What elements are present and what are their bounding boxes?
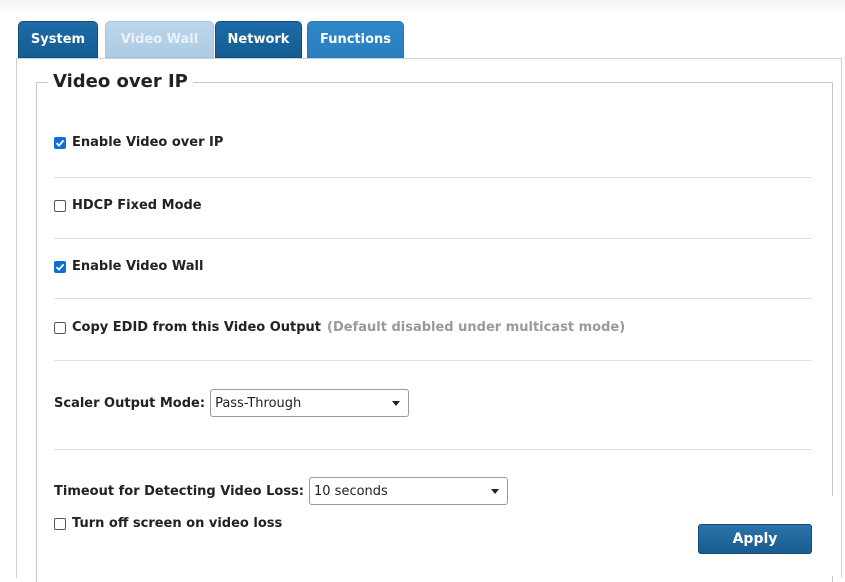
scaler-output-mode-select[interactable]: Pass-Through	[210, 389, 410, 417]
turn-off-screen-checkbox[interactable]	[54, 517, 66, 530]
enable-video-wall-option[interactable]: Enable Video Wall	[54, 259, 203, 274]
copy-edid-checkbox[interactable]	[54, 321, 66, 334]
divider	[54, 298, 812, 299]
divider	[54, 360, 812, 361]
scaler-output-mode-label: Scaler Output Mode:	[54, 395, 206, 411]
tab-video-wall[interactable]: Video Wall	[105, 21, 214, 58]
tab-label: Video Wall	[120, 32, 199, 47]
timeout-select[interactable]: 10 seconds	[309, 477, 508, 505]
scaler-output-mode-row: Scaler Output Mode: Pass-Through	[54, 389, 410, 417]
copy-edid-option[interactable]: Copy EDID from this Video Output (Defaul…	[54, 320, 625, 335]
timeout-value: 10 seconds	[314, 483, 388, 499]
timeout-row: Timeout for Detecting Video Loss: 10 sec…	[54, 477, 508, 505]
timeout-label: Timeout for Detecting Video Loss:	[54, 483, 304, 499]
hdcp-fixed-mode-checkbox[interactable]	[54, 199, 66, 212]
enable-video-wall-label: Enable Video Wall	[72, 259, 204, 274]
enable-video-over-ip-label: Enable Video over IP	[72, 135, 224, 150]
tab-label: System	[30, 32, 86, 47]
divider	[54, 449, 812, 450]
hdcp-fixed-mode-option[interactable]: HDCP Fixed Mode	[54, 198, 202, 213]
tab-network[interactable]: Network	[215, 21, 302, 58]
divider	[54, 238, 812, 239]
enable-video-over-ip-option[interactable]: Enable Video over IP	[54, 135, 223, 150]
turn-off-screen-label: Turn off screen on video loss	[72, 516, 283, 531]
enable-video-wall-checkbox[interactable]	[54, 260, 66, 273]
tab-system[interactable]: System	[18, 21, 98, 58]
top-strip	[0, 0, 845, 14]
scaler-output-mode-value: Pass-Through	[215, 395, 302, 411]
apply-button[interactable]: Apply	[698, 524, 812, 554]
hdcp-fixed-mode-label: HDCP Fixed Mode	[72, 198, 202, 213]
copy-edid-note: (Default disabled under multicast mode)	[327, 320, 626, 335]
divider	[54, 177, 812, 178]
chevron-down-icon	[392, 400, 401, 406]
enable-video-over-ip-checkbox[interactable]	[54, 136, 66, 149]
check-icon	[55, 263, 65, 271]
tab-label: Network	[227, 32, 290, 47]
chevron-down-icon	[491, 488, 499, 494]
check-icon	[55, 139, 65, 147]
section-title: Video over IP	[48, 70, 193, 94]
tab-label: Functions	[319, 32, 392, 47]
turn-off-screen-option[interactable]: Turn off screen on video loss	[54, 516, 282, 531]
copy-edid-label: Copy EDID from this Video Output	[72, 320, 322, 335]
tab-functions[interactable]: Functions	[307, 21, 404, 58]
